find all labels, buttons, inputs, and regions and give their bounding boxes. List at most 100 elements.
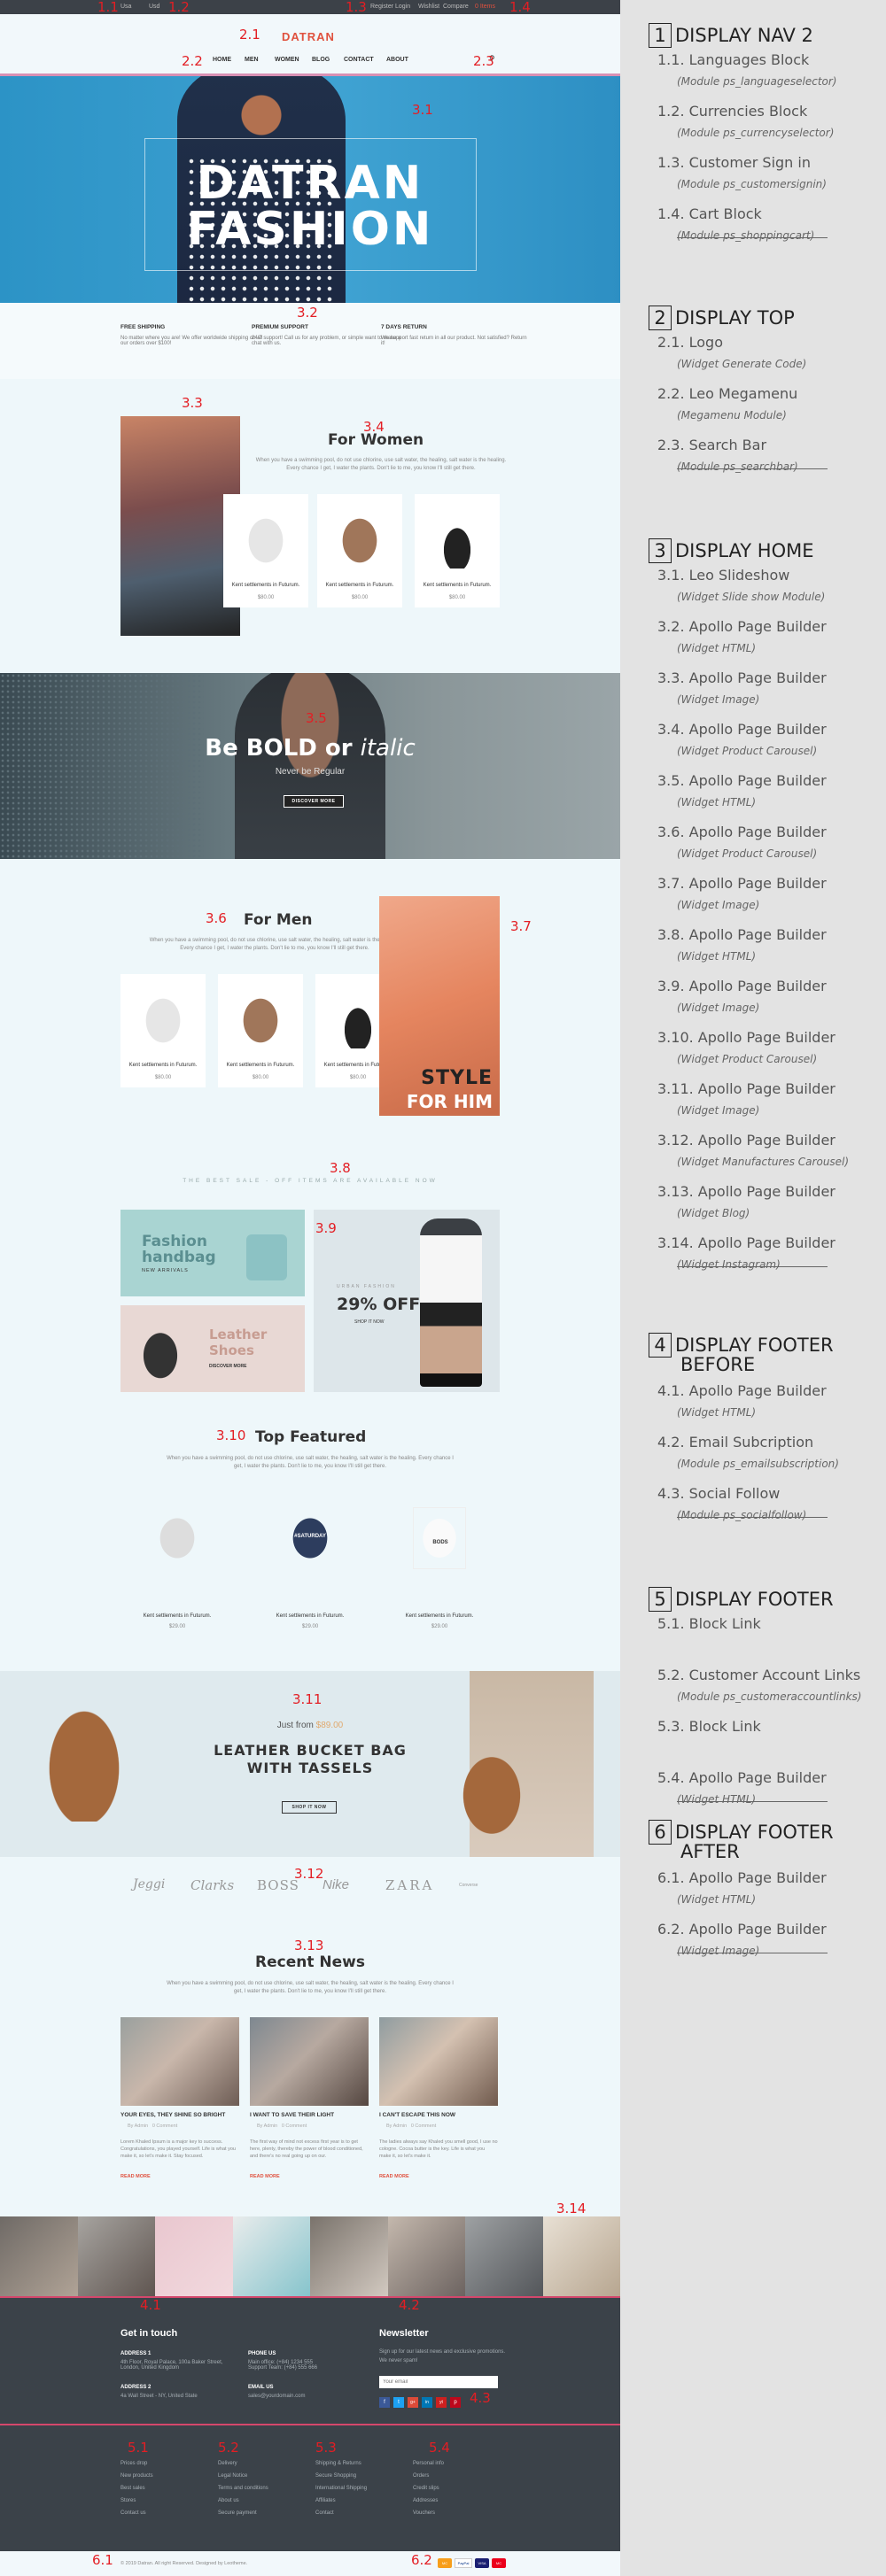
product-card[interactable]: #SATURDAY Kent settlements in Futurum. $29… [268,1495,353,1629]
section-title-text: DISPLAY FOOTER [675,1589,834,1610]
footer-link[interactable]: Secure payment [218,2510,257,2516]
marker: 3.5 [306,710,327,726]
hero-title-line2: FASHION [186,203,434,256]
handbag-banner[interactable]: Fashion handbag NEW ARRIVALS [120,1210,305,1296]
legend-item-sub: (Module ps_customeraccountlinks) [677,1690,862,1703]
news-image[interactable] [250,2017,369,2106]
legend-item-sub: (Widget Product Carousel) [677,1053,818,1065]
footer-link[interactable]: Contact us [120,2510,146,2516]
wishlist-link[interactable]: Wishlist [418,4,439,10]
read-more-link[interactable]: READ MORE [379,2174,409,2179]
footer-link[interactable]: Addresses [413,2498,438,2503]
shoes-banner[interactable]: Leather Shoes DISCOVER MORE [120,1305,305,1392]
instagram-photo[interactable] [77,2216,155,2296]
news-image[interactable] [379,2017,498,2106]
menu-item-home[interactable]: HOME [213,57,231,63]
phone-title: PHONE US [248,2351,276,2356]
footer-link[interactable]: Terms and conditions [218,2486,268,2491]
news-text: Lorem Khaled Ipsum is a major key to suc… [120,2139,236,2159]
footer-link[interactable]: Stores [120,2498,136,2503]
discover-more-button[interactable]: DISCOVER MORE [284,795,344,808]
shop-now-button[interactable]: SHOP IT NOW [282,1801,337,1814]
footer-link[interactable]: Shipping & Returns [315,2461,361,2466]
brand-logo[interactable]: BOSS [257,1877,299,1893]
handbag-line1: Fashion [142,1233,207,1250]
news-item-title[interactable]: I WANT TO SAVE THEIR LIGHT [250,2112,334,2118]
brands-carousel: Jeggi Clarks BOSS Nike ZARA Converse [0,1877,620,1904]
off-shop-button[interactable]: SHOP IT NOW [354,1319,384,1325]
address2-text: 4a Wall Street - NY, United State [120,2394,198,2399]
news-image[interactable] [120,2017,239,2106]
product-card[interactable]: Kent settlements in Futurum. $80.00 [120,974,206,1087]
language-selector[interactable]: Usa [120,4,131,10]
product-price: $80.00 [154,1075,172,1080]
footer-link[interactable]: Credit slips [413,2486,439,2491]
women-banner-image[interactable] [120,416,240,636]
news-item-title[interactable]: YOUR EYES, THEY SHINE SO BRIGHT [120,2112,225,2118]
menu-item-contact[interactable]: CONTACT [344,57,374,63]
news-item-title[interactable]: I CAN'T ESCAPE THIS NOW [379,2112,455,2118]
footer-link[interactable]: Legal Notice [218,2473,247,2479]
footer-link[interactable]: Prices drop [120,2461,147,2466]
instagram-photo[interactable] [0,2216,78,2296]
footer-link[interactable]: New products [120,2473,153,2479]
read-more-link[interactable]: READ MORE [250,2174,280,2179]
pinterest-icon[interactable]: p [450,2397,461,2408]
read-more-link[interactable]: READ MORE [120,2174,151,2179]
menu-item-about[interactable]: ABOUT [386,57,408,63]
shoes-discover-button[interactable]: DISCOVER MORE [209,1364,247,1369]
brand-logo[interactable]: ZARA [385,1877,434,1893]
product-card[interactable]: Kent settlements in Futurum. $80.00 [317,494,402,607]
footer-link[interactable]: Vouchers [413,2510,435,2516]
news-text: The ladies always say Khaled you smell g… [379,2139,498,2159]
compare-link[interactable]: Compare [443,4,469,10]
footer-link[interactable]: Affiliates [315,2498,336,2503]
brand-logo[interactable]: Clarks [190,1877,234,1893]
instagram-photo[interactable] [387,2216,465,2296]
footer-link[interactable]: Secure Shopping [315,2473,356,2479]
menu-item-women[interactable]: WOMEN [275,57,299,63]
instagram-photo[interactable] [232,2216,310,2296]
youtube-icon[interactable]: yt [436,2397,447,2408]
off-banner[interactable]: URBAN FASHION 29% OFF SHOP IT NOW [314,1210,500,1392]
footer-link[interactable]: About us [218,2498,239,2503]
twitter-icon[interactable]: t [393,2397,404,2408]
cart-link[interactable]: 0 Items [475,4,495,10]
feature-shipping: FREE SHIPPING No matter where you are! We… [120,324,271,346]
google-plus-icon[interactable]: g+ [408,2397,418,2408]
brand-logo[interactable]: Jeggi [133,1877,165,1891]
product-image [136,986,190,1048]
instagram-photo[interactable] [542,2216,620,2296]
newsletter-email-input[interactable] [379,2376,498,2388]
instagram-photo[interactable] [310,2216,388,2296]
register-link[interactable]: Register [370,4,393,10]
product-card[interactable]: BODS Kent settlements in Futurum. $29.00 [397,1495,482,1629]
login-link[interactable]: Login [395,4,410,10]
product-card[interactable]: Kent settlements in Futurum. $80.00 [415,494,500,607]
menu-item-blog[interactable]: BLOG [312,57,330,63]
brand-logo[interactable]: Nike [323,1877,349,1892]
hero-slideshow[interactable]: DATRAN FASHION [0,76,620,303]
footer-link[interactable]: Personal info [413,2461,444,2466]
instagram-photo[interactable] [465,2216,543,2296]
men-banner-image[interactable]: STYLE FOR HIM [379,896,500,1116]
instagram-photo[interactable] [155,2216,233,2296]
footer-link[interactable]: Delivery [218,2461,237,2466]
product-card[interactable]: Kent settlements in Futurum. $80.00 [218,974,303,1087]
legend-item-label: 1.4. Cart Block [657,205,762,222]
facebook-icon[interactable]: f [379,2397,390,2408]
menu-item-men[interactable]: MEN [245,57,259,63]
brand-logo[interactable]: Converse [459,1883,478,1888]
footer-link[interactable]: International Shipping [315,2486,367,2491]
currency-selector[interactable]: Usd [149,4,159,10]
email-text: sales@yourdomain.com [248,2394,306,2399]
product-card[interactable]: Kent settlements in Futurum. $80.00 [223,494,308,607]
footer-link[interactable]: Orders [413,2473,429,2479]
marker: 3.11 [292,1691,323,1707]
footer-link[interactable]: Contact [315,2510,334,2516]
footer-link[interactable]: Best sales [120,2486,145,2491]
marker: 4.2 [399,2297,420,2313]
linkedin-icon[interactable]: in [422,2397,432,2408]
product-card[interactable]: Kent settlements in Futurum. $29.00 [135,1495,220,1629]
logo[interactable]: DATRAN [282,30,335,43]
